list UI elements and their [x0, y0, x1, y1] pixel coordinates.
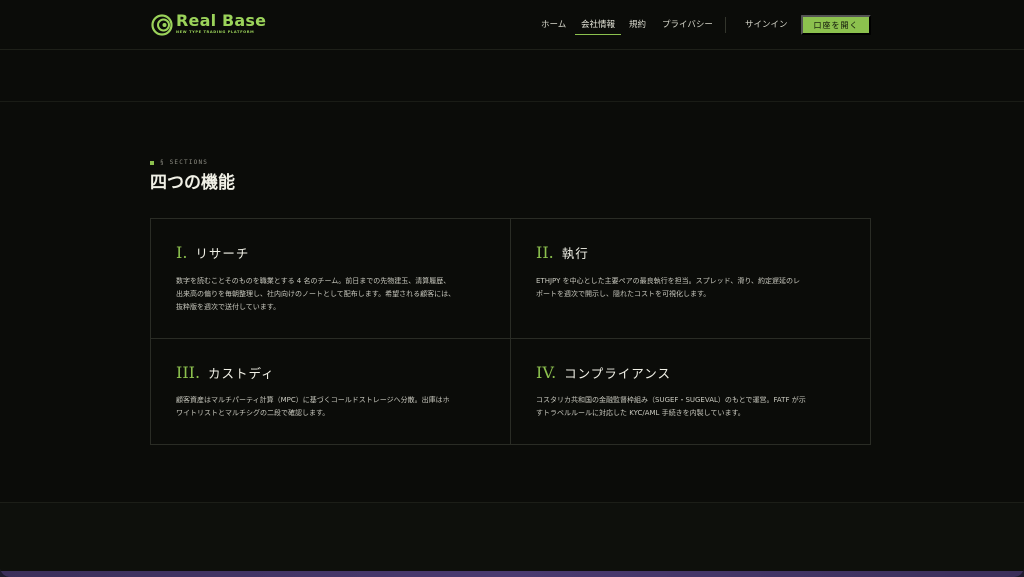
- feature-card-research: I. リサーチ 数字を読むことそのものを職業とする 4 名のチーム。前日までの先…: [151, 219, 511, 339]
- feature-name: カストディ: [208, 366, 275, 381]
- signin-link[interactable]: サインイン: [745, 16, 788, 34]
- hero-band: [0, 50, 1024, 102]
- feature-name: 執行: [561, 246, 589, 261]
- description-line: 顧客資産はマルチパーティ計算（MPC）に基づくコールドストレージへ分散。出庫はホ: [176, 396, 450, 404]
- nav-item-home[interactable]: ホーム: [541, 16, 566, 34]
- feature-numeral: IV.: [536, 363, 557, 382]
- feature-numeral: II.: [536, 243, 554, 262]
- nav-item-company[interactable]: 会社情報: [575, 16, 622, 35]
- footer-band: [0, 502, 1024, 577]
- page: Real Base NEW TYPE TRADING PLATFORM ホーム …: [0, 0, 1024, 577]
- brand-tagline: NEW TYPE TRADING PLATFORM: [176, 30, 255, 34]
- open-account-button[interactable]: 口座を開く: [801, 15, 871, 35]
- feature-name: コンプライアンス: [564, 366, 672, 381]
- description-line: ポートを週次で開示し、隠れたコストを可視化します。: [536, 290, 711, 298]
- eyebrow-label: § SECTIONS: [160, 159, 209, 166]
- feature-description: ETHJPY を中心とした主要ペアの最良執行を担当。スプレッド、滑り、約定遅延の…: [536, 275, 851, 301]
- site-header: Real Base NEW TYPE TRADING PLATFORM ホーム …: [0, 0, 1024, 50]
- nav-item-terms[interactable]: 規約: [629, 16, 646, 34]
- section-eyebrow: § SECTIONS: [150, 159, 208, 166]
- description-line: 抜粋版を週次で送付しています。: [176, 303, 281, 311]
- feature-numeral: I.: [176, 243, 188, 262]
- feature-numeral: III.: [176, 363, 201, 382]
- brand-name: Real Base: [176, 11, 267, 30]
- description-line: 出来高の偏りを毎朝整理し、社内向けのノートとして配布します。希望される顧客には、: [176, 290, 456, 298]
- feature-name: リサーチ: [195, 246, 250, 261]
- feature-card-execution: II. 執行 ETHJPY を中心とした主要ペアの最良執行を担当。スプレッド、滑…: [511, 219, 871, 339]
- logo-mark-icon: [151, 14, 173, 36]
- feature-description: 数字を読むことそのものを職業とする 4 名のチーム。前日までの先物建玉、清算履歴…: [176, 275, 491, 314]
- description-line: ETHJPY を中心とした主要ペアの最良執行を担当。スプレッド、滑り、約定遅延の…: [536, 277, 801, 285]
- description-line: 数字を読むことそのものを職業とする 4 名のチーム。前日までの先物建玉、清算履歴…: [176, 277, 451, 285]
- nav-item-privacy[interactable]: プライバシー: [662, 16, 713, 34]
- section-title: 四つの機能: [150, 173, 235, 193]
- nav-divider: [725, 17, 726, 33]
- feature-card-compliance: IV. コンプライアンス コスタリカ共和国の金融監督枠組み（SUGEF・SUGE…: [511, 339, 871, 444]
- description-line: ワイトリストとマルチシグの二段で確認します。: [176, 409, 330, 417]
- brand-logo[interactable]: Real Base NEW TYPE TRADING PLATFORM: [151, 12, 266, 38]
- feature-description: コスタリカ共和国の金融監督枠組み（SUGEF・SUGEVAL）のもとで運営。FA…: [536, 394, 851, 420]
- eyebrow-square-icon: [150, 160, 154, 165]
- feature-description: 顧客資産はマルチパーティ計算（MPC）に基づくコールドストレージへ分散。出庫はホ…: [176, 394, 491, 420]
- description-line: コスタリカ共和国の金融監督枠組み（SUGEF・SUGEVAL）のもとで運営。FA…: [536, 396, 806, 404]
- description-line: すトラベルルールに対応した KYC/AML 手続きを内製しています。: [536, 409, 745, 417]
- feature-card-custody: III. カストディ 顧客資産はマルチパーティ計算（MPC）に基づくコールドスト…: [151, 339, 511, 444]
- features-grid: I. リサーチ 数字を読むことそのものを職業とする 4 名のチーム。前日までの先…: [150, 218, 871, 445]
